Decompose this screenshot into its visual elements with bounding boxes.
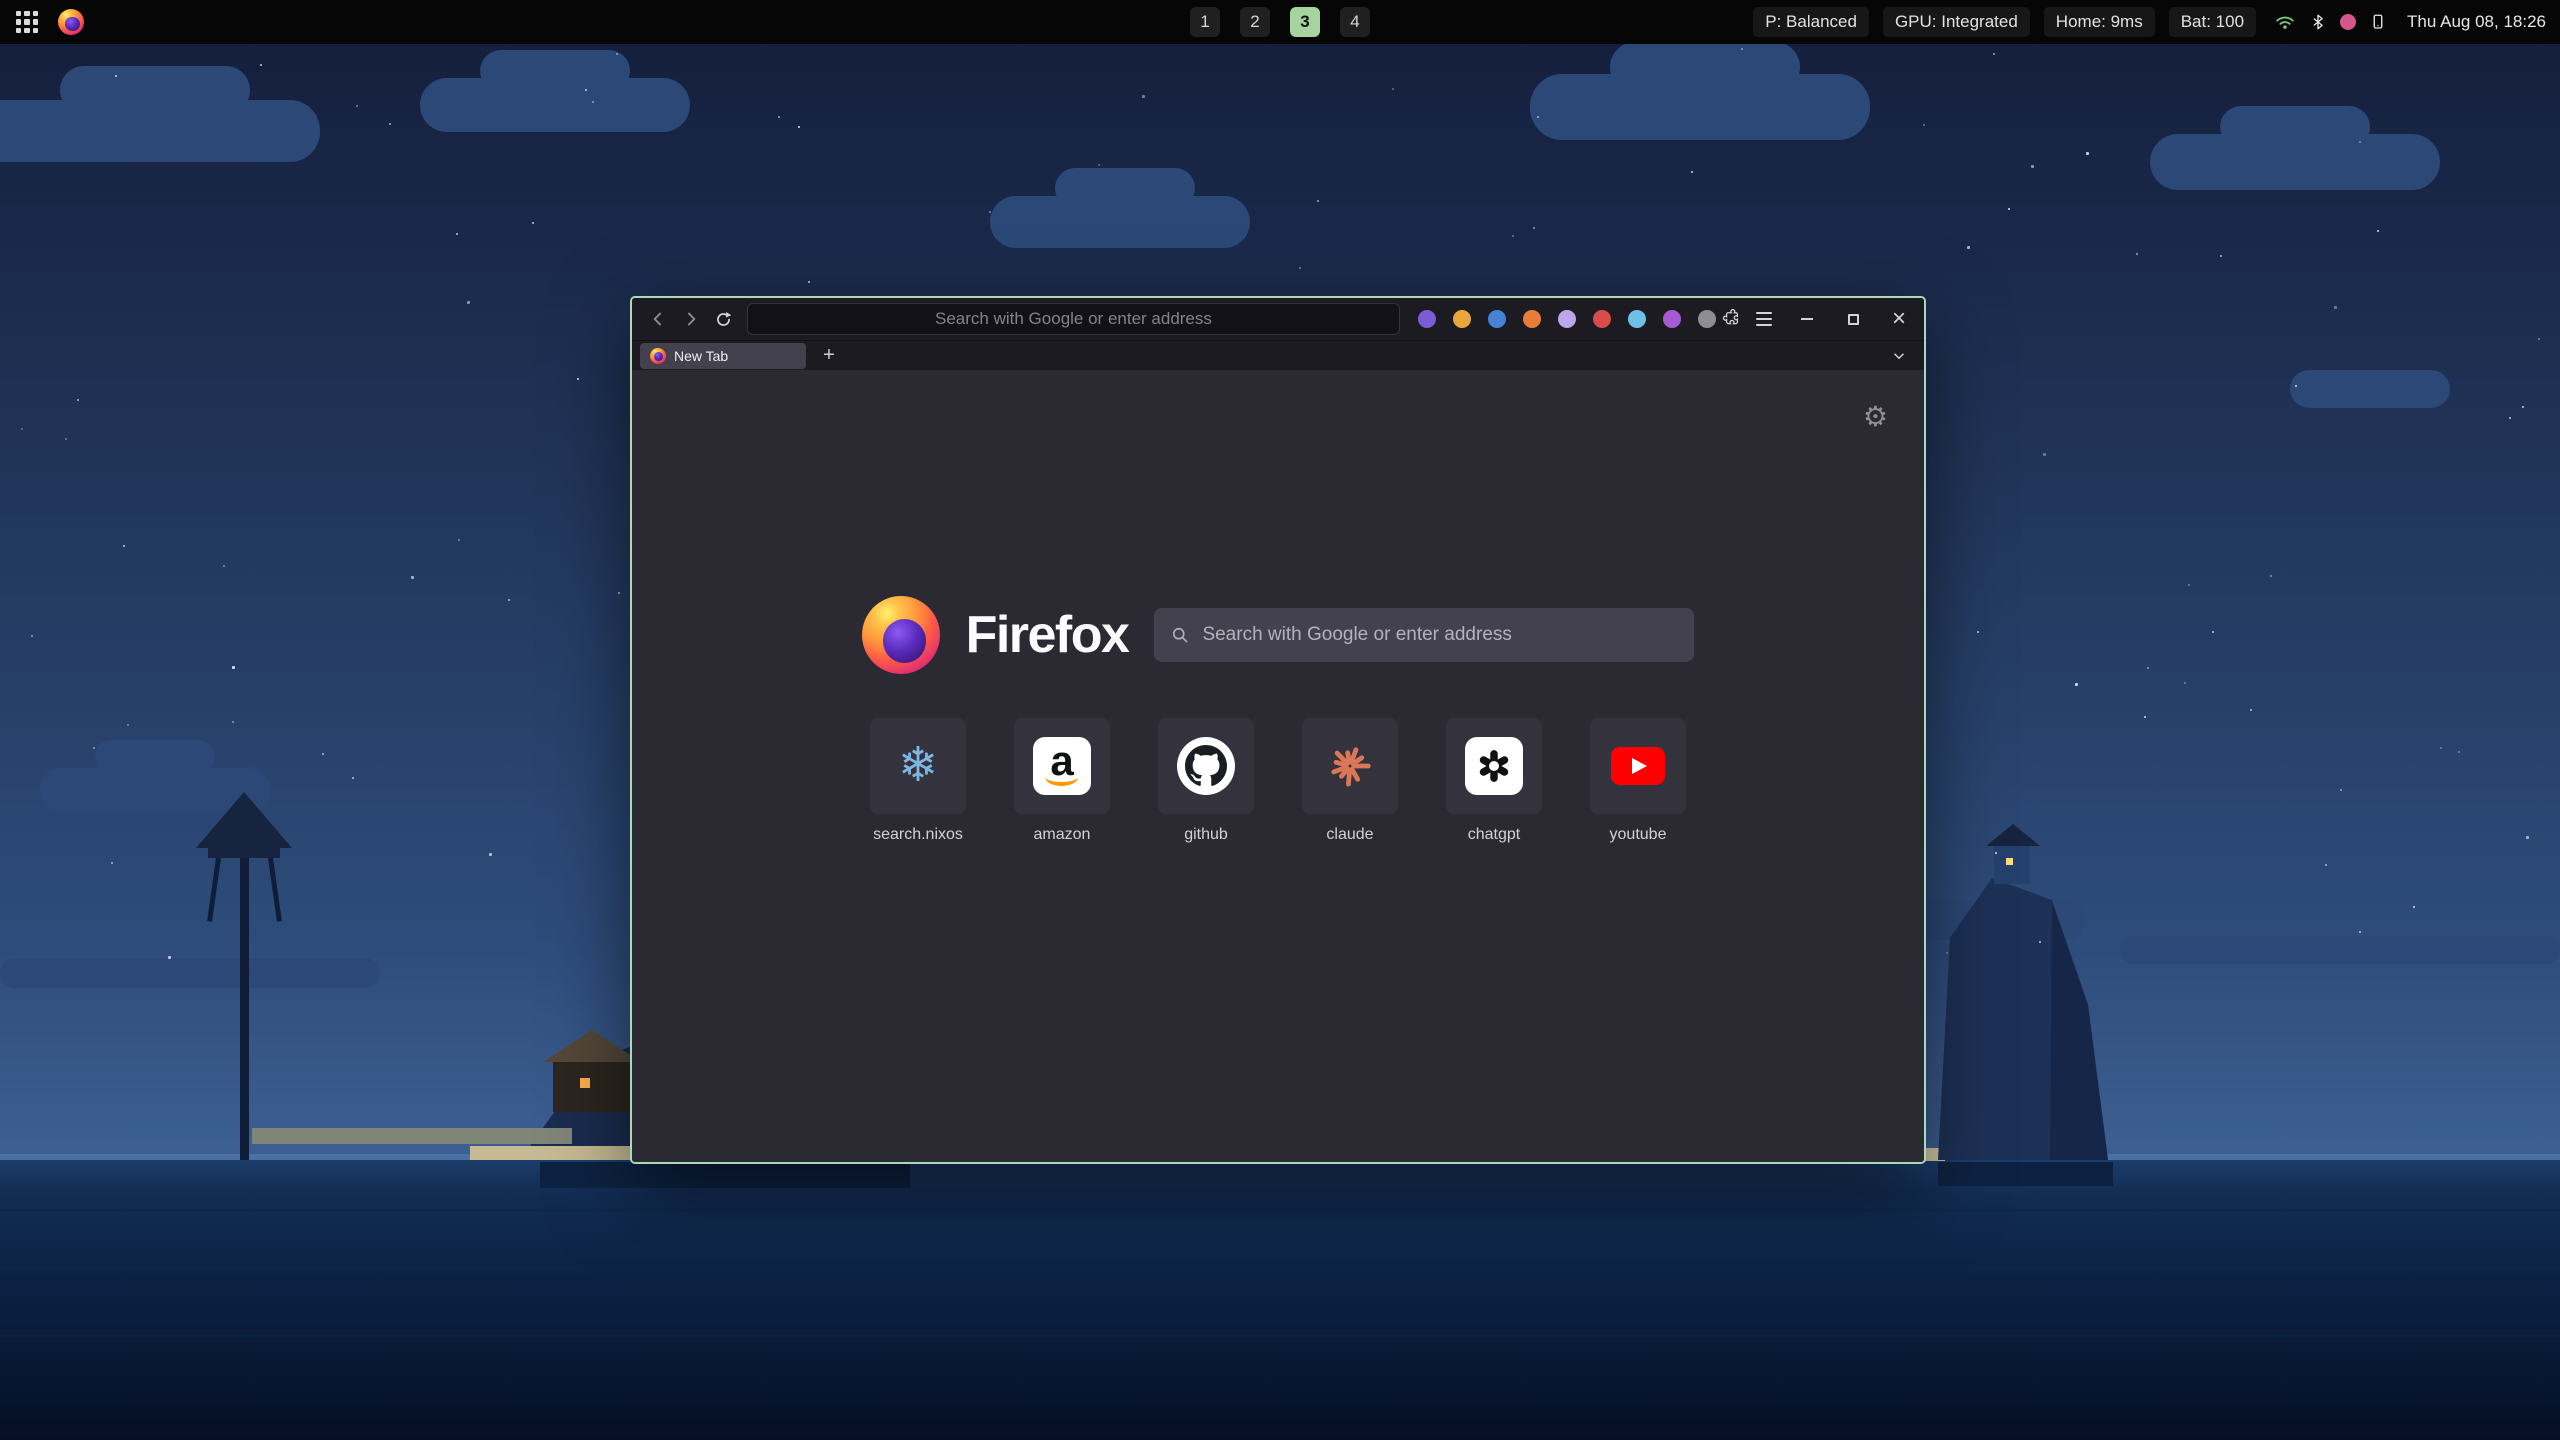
extension-icon-1[interactable]	[1418, 310, 1436, 328]
chatgpt-logo-icon	[1465, 737, 1523, 795]
tab-bar: New Tab +	[632, 340, 1924, 370]
extension-icon-5[interactable]	[1558, 310, 1576, 328]
nixos-snowflake-icon: ❄	[898, 742, 938, 790]
status-gpu: GPU: Integrated	[1883, 7, 2030, 37]
shortcut-label: github	[1184, 826, 1228, 844]
search-icon	[1170, 625, 1190, 645]
status-battery: Bat: 100	[2169, 7, 2256, 37]
url-bar[interactable]: Search with Google or enter address	[747, 303, 1400, 335]
github-logo-icon	[1177, 737, 1235, 795]
firefox-logo	[862, 596, 940, 674]
shortcut-youtube[interactable]: youtube	[1590, 718, 1686, 844]
close-button[interactable]: ×	[1888, 308, 1910, 330]
shortcut-label: chatgpt	[1468, 826, 1520, 844]
extension-icons	[1418, 310, 1716, 328]
shortcut-label: claude	[1326, 826, 1373, 844]
extensions-puzzle-icon[interactable]	[1718, 304, 1747, 334]
url-bar-placeholder: Search with Google or enter address	[935, 309, 1212, 329]
status-power-profile: P: Balanced	[1753, 7, 1869, 37]
workspace-button-2[interactable]: 2	[1240, 7, 1270, 37]
shortcut-search-nixos[interactable]: ❄ search.nixos	[870, 718, 966, 844]
shortcut-claude[interactable]: claude	[1302, 718, 1398, 844]
extension-icon-8[interactable]	[1663, 310, 1681, 328]
status-icons	[2274, 11, 2387, 33]
firefox-taskbar-icon[interactable]	[58, 9, 84, 35]
extension-icon-7[interactable]	[1628, 310, 1646, 328]
newtab-hero: Firefox Search with Google or enter addr…	[632, 596, 1924, 674]
status-ping: Home: 9ms	[2044, 7, 2155, 37]
minimize-button[interactable]	[1796, 308, 1818, 330]
shortcut-label: amazon	[1034, 826, 1091, 844]
extension-icon-4[interactable]	[1523, 310, 1541, 328]
new-tab-button[interactable]: +	[816, 343, 842, 369]
extension-icon-9[interactable]	[1698, 310, 1716, 328]
tab-new-tab[interactable]: New Tab	[640, 343, 806, 369]
extension-icon-3[interactable]	[1488, 310, 1506, 328]
shortcut-chatgpt[interactable]: chatgpt	[1446, 718, 1542, 844]
shortcut-amazon[interactable]: a amazon	[1014, 718, 1110, 844]
menu-button[interactable]	[1749, 304, 1778, 334]
tab-title: New Tab	[674, 348, 728, 364]
workspace-button-1[interactable]: 1	[1190, 7, 1220, 37]
extension-icon-6[interactable]	[1593, 310, 1611, 328]
device-icon	[2369, 13, 2387, 31]
newtab-search-input[interactable]: Search with Google or enter address	[1154, 608, 1694, 662]
shortcut-tiles: ❄ search.nixos a amazon	[632, 718, 1924, 844]
newtab-search-placeholder: Search with Google or enter address	[1202, 624, 1511, 646]
amazon-logo-icon: a	[1033, 737, 1091, 795]
window-controls: ×	[1796, 308, 1910, 330]
workspace-button-4[interactable]: 4	[1340, 7, 1370, 37]
new-tab-page: ⚙ Firefox Search with Google or enter ad…	[632, 370, 1924, 1162]
bluetooth-icon	[2309, 13, 2327, 31]
tab-favicon	[650, 348, 666, 364]
youtube-logo-icon	[1611, 747, 1665, 785]
workspace-button-3[interactable]: 3	[1290, 7, 1320, 37]
wifi-icon	[2274, 11, 2296, 33]
shortcut-github[interactable]: github	[1158, 718, 1254, 844]
firefox-wordmark: Firefox	[966, 605, 1129, 665]
shortcut-label: youtube	[1610, 826, 1667, 844]
shortcut-label: search.nixos	[873, 826, 963, 844]
status-bar-right: P: Balanced GPU: Integrated Home: 9ms Ba…	[1753, 7, 2546, 37]
reload-button[interactable]	[708, 303, 739, 335]
status-bar-left	[14, 9, 84, 35]
forward-button[interactable]	[675, 303, 706, 335]
back-button[interactable]	[642, 303, 673, 335]
clock: Thu Aug 08, 18:26	[2407, 12, 2546, 32]
workspace-switcher: 1 2 3 4	[1190, 0, 1370, 44]
app-launcher-icon[interactable]	[14, 9, 40, 35]
firefox-window: Search with Google or enter address × Ne…	[630, 296, 1926, 1164]
claude-logo-icon	[1327, 743, 1373, 789]
list-all-tabs-chevron-icon[interactable]	[1884, 341, 1914, 371]
status-bar: 1 2 3 4 P: Balanced GPU: Integrated Home…	[0, 0, 2560, 44]
personalize-gear-icon[interactable]: ⚙	[1863, 400, 1888, 433]
extension-icon-2[interactable]	[1453, 310, 1471, 328]
color-indicator-icon	[2340, 14, 2356, 30]
navigation-toolbar: Search with Google or enter address ×	[632, 298, 1924, 340]
maximize-button[interactable]	[1842, 308, 1864, 330]
